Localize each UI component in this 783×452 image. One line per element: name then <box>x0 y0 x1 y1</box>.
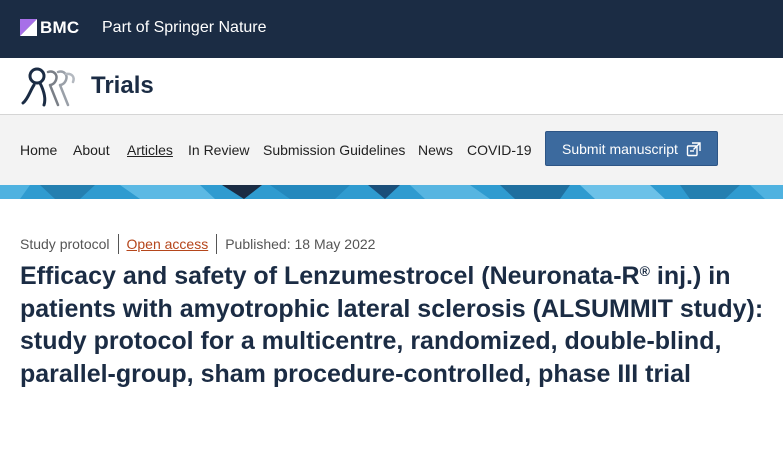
bmc-logo-text: BMC <box>40 18 80 37</box>
submit-manuscript-button[interactable]: Submit manuscript <box>545 131 718 166</box>
meta-divider <box>117 234 119 254</box>
decorative-banner <box>0 185 783 199</box>
nav-articles[interactable]: Articles <box>127 142 173 158</box>
submit-manuscript-label: Submit manuscript <box>562 140 678 157</box>
publisher-header: BMC Part of Springer Nature <box>0 0 783 58</box>
nav-about[interactable]: About <box>73 142 110 158</box>
article-type: Study protocol <box>20 236 110 252</box>
open-access-link[interactable]: Open access <box>127 235 209 253</box>
journal-header: Trials <box>0 58 783 115</box>
registered-mark: ® <box>639 263 650 279</box>
article-meta: Study protocol Open access Published: 18… <box>20 234 375 254</box>
springer-nature-tagline[interactable]: Part of Springer Nature <box>102 18 267 38</box>
article-title: Efficacy and safety of Lenzumestrocel (N… <box>20 260 770 390</box>
bmc-triangle-icon <box>20 19 37 36</box>
journal-title[interactable]: Trials <box>91 72 154 100</box>
trials-figures-logo-icon[interactable] <box>20 65 76 109</box>
nav-in-review[interactable]: In Review <box>188 142 249 158</box>
main-navigation: Home About Articles In Review Submission… <box>0 115 783 185</box>
published-date: Published: 18 May 2022 <box>225 236 376 252</box>
nav-home[interactable]: Home <box>20 142 57 158</box>
nav-news[interactable]: News <box>418 142 453 158</box>
external-link-icon <box>686 141 701 156</box>
nav-submission-guidelines[interactable]: Submission Guidelines <box>263 142 405 158</box>
meta-divider <box>216 234 218 254</box>
bmc-logo[interactable]: BMC <box>20 19 79 36</box>
nav-covid-19[interactable]: COVID-19 <box>467 142 532 158</box>
article-title-part1: Efficacy and safety of Lenzumestrocel (N… <box>20 262 640 290</box>
